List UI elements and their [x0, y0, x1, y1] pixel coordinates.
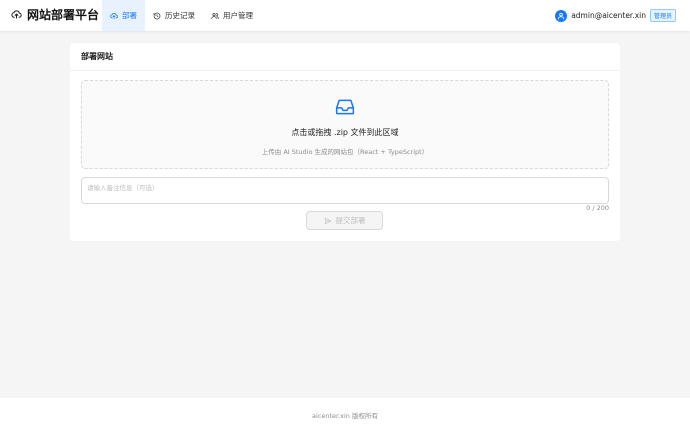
brand[interactable]: 网站部署平台	[11, 6, 99, 23]
char-counter: 0 / 200	[586, 204, 609, 212]
user-icon	[558, 12, 565, 19]
card-title: 部署网站	[81, 52, 113, 61]
inbox-icon	[335, 99, 355, 115]
footer: aicenter.xin 版权所有	[0, 398, 690, 431]
submit-label: 提交部署	[335, 216, 366, 225]
nav-item-deploy[interactable]: 部署	[102, 0, 145, 31]
cloud-upload-icon	[110, 12, 118, 19]
upload-hint: 上传由 AI Studio 生成的网站包（React + TypeScript）	[261, 148, 429, 156]
nav-item-label: 历史记录	[165, 11, 195, 20]
main-nav: 部署 历史记录 用户管理	[102, 0, 261, 31]
history-icon	[153, 12, 161, 19]
team-icon	[211, 12, 219, 19]
cloud-upload-icon	[11, 9, 22, 20]
submit-deploy-button[interactable]: 提交部署	[306, 211, 383, 230]
nav-item-users[interactable]: 用户管理	[203, 0, 261, 31]
send-icon	[324, 217, 331, 224]
upload-dropzone[interactable]: 点击或拖拽 .zip 文件到此区域 上传由 AI Studio 生成的网站包（R…	[81, 80, 609, 169]
user-menu[interactable]: admin@aicenter.xin 管理员	[555, 9, 676, 22]
role-badge: 管理员	[649, 9, 676, 22]
nav-item-label: 部署	[122, 11, 137, 20]
card-divider	[70, 70, 620, 71]
upload-title: 点击或拖拽 .zip 文件到此区域	[291, 128, 399, 137]
app-title: 网站部署平台	[27, 8, 100, 22]
avatar[interactable]	[555, 9, 568, 22]
nav-item-history[interactable]: 历史记录	[145, 0, 203, 31]
nav-item-label: 用户管理	[223, 11, 253, 20]
deploy-card: 部署网站 点击或拖拽 .zip 文件到此区域 上传由 AI Studio 生成的…	[70, 43, 620, 241]
top-header: 网站部署平台 部署 历史记录 用户管理 admin@aicenter.xin 管…	[0, 0, 690, 31]
note-textarea[interactable]	[81, 177, 609, 204]
user-email: admin@aicenter.xin	[571, 11, 646, 20]
footer-text: aicenter.xin 版权所有	[311, 411, 378, 420]
